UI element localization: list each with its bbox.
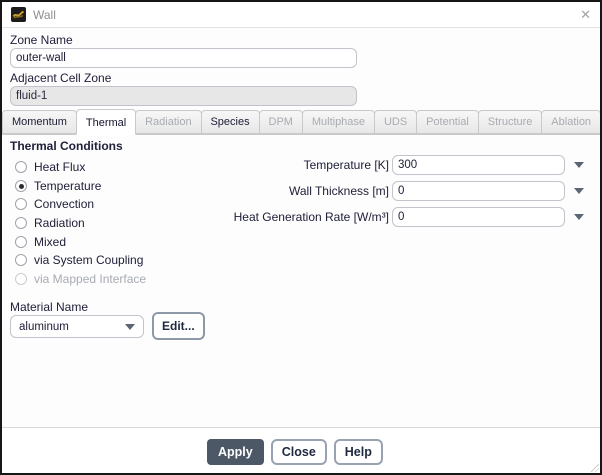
footer-button-row: Apply Close Help	[207, 439, 383, 465]
apply-button[interactable]: Apply	[207, 439, 264, 465]
heat-generation-rate-dropdown-arrow-icon[interactable]	[574, 213, 584, 220]
zone-name-input[interactable]	[10, 48, 357, 68]
close-icon[interactable]: ✕	[580, 8, 591, 21]
zone-name-label: Zone Name	[10, 33, 73, 47]
radio-label: Mixed	[34, 234, 67, 249]
radio-via-system-coupling[interactable]: via System Coupling	[15, 251, 146, 270]
tab-bar: Momentum Thermal Radiation Species DPM M…	[2, 109, 600, 135]
tab-multiphase: Multiphase	[301, 110, 375, 134]
tab-species[interactable]: Species	[200, 110, 260, 134]
wall-thickness-input[interactable]	[392, 180, 565, 201]
tab-structure: Structure	[477, 110, 543, 134]
tab-potential: Potential	[416, 110, 479, 134]
tab-dpm: DPM	[258, 110, 303, 134]
tab-radiation: Radiation	[135, 110, 202, 134]
title-bar: Wall ✕	[2, 2, 600, 28]
fluent-app-icon	[11, 7, 26, 22]
close-button[interactable]: Close	[270, 439, 327, 465]
heat-generation-rate-input[interactable]	[392, 206, 565, 227]
material-name-select[interactable]: aluminum	[10, 315, 144, 338]
heat-generation-rate-field-label: Heat Generation Rate [W/m³]	[233, 209, 389, 224]
tab-momentum[interactable]: Momentum	[2, 110, 77, 134]
temperature-dropdown-arrow-icon[interactable]	[574, 161, 584, 168]
radio-button-icon	[15, 254, 27, 267]
material-edit-button[interactable]: Edit...	[152, 312, 205, 340]
heat-generation-rate-field-row: Heat Generation Rate [W/m³]	[2, 206, 584, 227]
tab-ablation: Ablation	[541, 110, 600, 134]
wall-thickness-field-row: Wall Thickness [m]	[2, 180, 584, 201]
window-title: Wall	[33, 7, 56, 22]
wall-dialog: Wall ✕ Zone Name Adjacent Cell Zone Mome…	[0, 0, 602, 475]
radio-button-icon	[15, 272, 27, 285]
temperature-input[interactable]	[392, 154, 565, 175]
adjacent-cell-zone-input	[10, 86, 357, 106]
tab-uds: UDS	[374, 110, 418, 134]
wall-thickness-field-label: Wall Thickness [m]	[288, 183, 389, 198]
material-name-label: Material Name	[10, 300, 89, 314]
tab-thermal[interactable]: Thermal	[75, 109, 137, 135]
radio-mixed[interactable]: Mixed	[15, 232, 146, 251]
radio-label: via Mapped Interface	[34, 271, 147, 286]
material-name-value: aluminum	[19, 320, 69, 333]
wall-thickness-dropdown-arrow-icon[interactable]	[574, 187, 584, 194]
temperature-field-label: Temperature [K]	[303, 157, 389, 172]
temperature-field-row: Temperature [K]	[2, 154, 584, 175]
thermal-conditions-heading: Thermal Conditions	[10, 139, 123, 153]
radio-via-mapped-interface: via Mapped Interface	[15, 270, 146, 289]
footer: Apply Close Help	[2, 427, 600, 473]
radio-button-icon	[15, 235, 27, 248]
radio-label: via System Coupling	[34, 253, 144, 268]
help-button[interactable]: Help	[333, 439, 383, 465]
adjacent-cell-zone-label: Adjacent Cell Zone	[10, 71, 112, 85]
material-dropdown-arrow-icon	[125, 323, 135, 330]
